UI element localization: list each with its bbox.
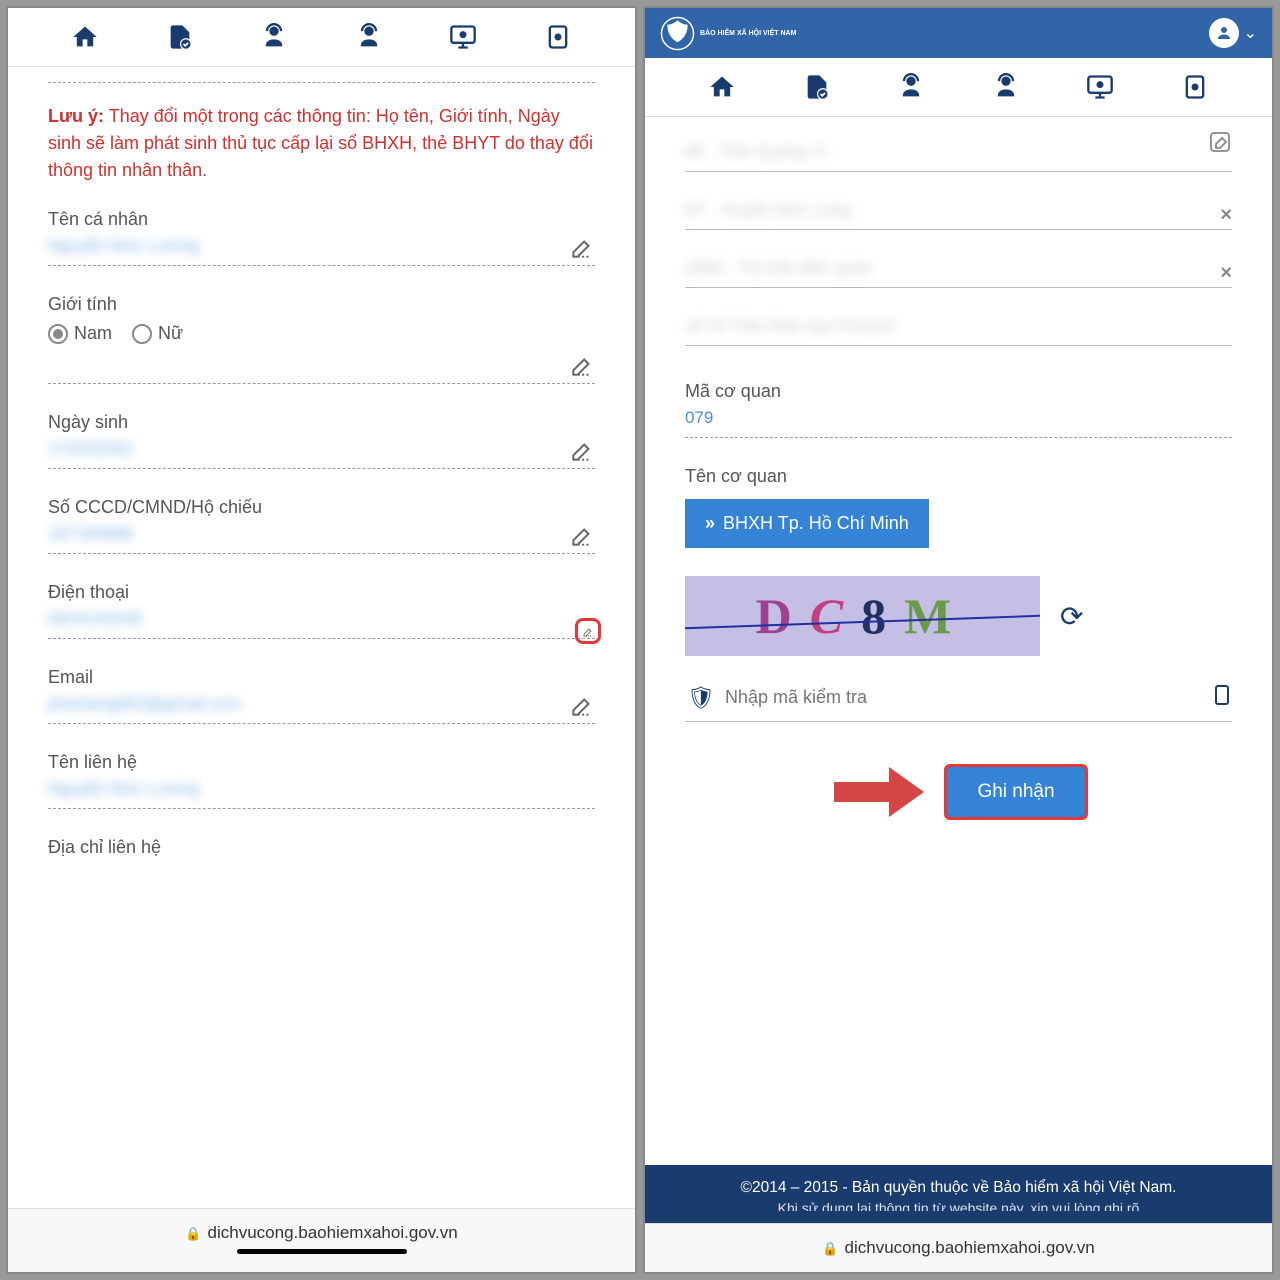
close-icon[interactable]: × — [1220, 262, 1232, 285]
captcha-field[interactable] — [725, 687, 1204, 708]
contact-name-field: Tên liên hệ Nguyễn Đức Lương — [48, 752, 595, 809]
lock-icon: 🔒 — [185, 1226, 201, 1241]
monitor-icon[interactable] — [1086, 73, 1114, 101]
captcha-image: DC8M — [685, 576, 1040, 656]
blurred-value: số 10 Trần Đào quy Khuynh — [685, 316, 896, 335]
top-bar: BẢO HIỂM XÃ HỘI VIỆT NAM ⌄ — [645, 8, 1272, 58]
blurred-value: 86 - Tỉnh Quảng Tr — [685, 142, 827, 161]
gender-field: Giới tính Nam Nữ — [48, 294, 595, 384]
doc-icon[interactable] — [166, 23, 194, 51]
contact-name-label: Tên liên hệ — [48, 752, 595, 773]
arrow-annotation — [829, 762, 929, 822]
org-button[interactable]: »BHXH Tp. Hồ Chí Minh — [685, 499, 929, 548]
gender-female[interactable]: Nữ — [132, 323, 183, 344]
support2-icon[interactable] — [992, 73, 1020, 101]
email-label: Email — [48, 667, 595, 688]
edit-icon[interactable] — [569, 438, 595, 464]
name-label: Tên cá nhân — [48, 209, 595, 230]
support2-icon[interactable] — [355, 23, 383, 51]
name-value: Nguyễn Đức Lương — [48, 236, 199, 255]
edit-icon[interactable] — [569, 353, 595, 379]
edit-icon[interactable] — [1208, 130, 1232, 159]
edit-icon-highlighted[interactable] — [575, 618, 601, 644]
address-field: Địa chỉ liên hệ — [48, 837, 595, 858]
dob-value: 17/03/2002 — [48, 439, 133, 458]
id-label: Số CCCD/CMND/Hộ chiếu — [48, 497, 595, 518]
blurred-value: ĐT - Huyện Đức Lang — [685, 200, 851, 219]
captcha-input[interactable]: 🛡 — [685, 674, 1232, 722]
url-bar: 🔒dichvucong.baohiemxahoi.gov.vn — [645, 1223, 1272, 1272]
doc-icon[interactable] — [803, 73, 831, 101]
address-label: Địa chỉ liên hệ — [48, 837, 595, 858]
refresh-icon[interactable]: ⟳ — [1060, 600, 1083, 633]
nav-bar — [8, 8, 635, 67]
edit-icon[interactable] — [569, 523, 595, 549]
left-panel: Lưu ý: Thay đổi một trong các thông tin:… — [6, 6, 637, 1274]
nav-bar — [645, 58, 1272, 117]
footer: ©2014 – 2015 - Bản quyền thuộc về Bảo hi… — [645, 1165, 1272, 1223]
lock-icon: 🔒 — [822, 1241, 838, 1256]
id-field: Số CCCD/CMND/Hộ chiếu 197180888 — [48, 497, 595, 554]
code-value: 079 — [685, 408, 713, 427]
submit-row: Ghi nhận — [685, 762, 1232, 822]
warning-text: Lưu ý: Thay đổi một trong các thông tin:… — [48, 103, 595, 184]
dob-label: Ngày sinh — [48, 412, 595, 433]
shield-icon: 🛡 — [687, 685, 715, 711]
org-label: Tên cơ quan — [685, 466, 1232, 487]
close-icon[interactable]: × — [1220, 204, 1232, 227]
code-label: Mã cơ quan — [685, 381, 1232, 402]
url-bar: 🔒dichvucong.baohiemxahoi.gov.vn — [8, 1208, 635, 1272]
user-icon[interactable] — [1209, 18, 1239, 48]
support1-icon[interactable] — [897, 73, 925, 101]
id-value: 197180888 — [48, 524, 133, 543]
edit-icon[interactable] — [569, 235, 595, 261]
right-content: 86 - Tỉnh Quảng Tr ĐT - Huyện Đức Lang ×… — [645, 117, 1272, 1165]
phone-label: Điện thoại — [48, 582, 595, 603]
contact-name-value: Nguyễn Đức Lương — [48, 779, 199, 798]
phone-icon — [1214, 684, 1230, 711]
phone-value: 0824143246 — [48, 609, 143, 628]
submit-button[interactable]: Ghi nhận — [944, 764, 1087, 820]
org-field: Tên cơ quan »BHXH Tp. Hồ Chí Minh — [685, 466, 1232, 548]
right-panel: BẢO HIỂM XÃ HỘI VIỆT NAM ⌄ 86 - Tỉnh Quả… — [643, 6, 1274, 1274]
code-field: Mã cơ quan 079 — [685, 381, 1232, 438]
email-value: phanlang063@gmail.com — [48, 694, 241, 713]
home-icon[interactable] — [71, 23, 99, 51]
name-field: Tên cá nhân Nguyễn Đức Lương — [48, 209, 595, 266]
logo: BẢO HIỂM XÃ HỘI VIỆT NAM — [660, 16, 796, 51]
book-icon[interactable] — [1181, 73, 1209, 101]
edit-icon[interactable] — [569, 693, 595, 719]
blurred-value: 2860 - Thị trấn Bến quan — [685, 258, 873, 277]
phone-field: Điện thoại 0824143246 — [48, 582, 595, 639]
gender-male[interactable]: Nam — [48, 323, 112, 344]
book-icon[interactable] — [544, 23, 572, 51]
captcha-row: DC8M ⟳ — [685, 576, 1232, 656]
home-indicator — [237, 1249, 407, 1254]
chevron-down-icon[interactable]: ⌄ — [1244, 23, 1257, 43]
email-field: Email phanlang063@gmail.com — [48, 667, 595, 724]
monitor-icon[interactable] — [449, 23, 477, 51]
gender-label: Giới tính — [48, 294, 595, 315]
support1-icon[interactable] — [260, 23, 288, 51]
home-icon[interactable] — [708, 73, 736, 101]
dob-field: Ngày sinh 17/03/2002 — [48, 412, 595, 469]
left-content: Lưu ý: Thay đổi một trong các thông tin:… — [8, 67, 635, 1208]
